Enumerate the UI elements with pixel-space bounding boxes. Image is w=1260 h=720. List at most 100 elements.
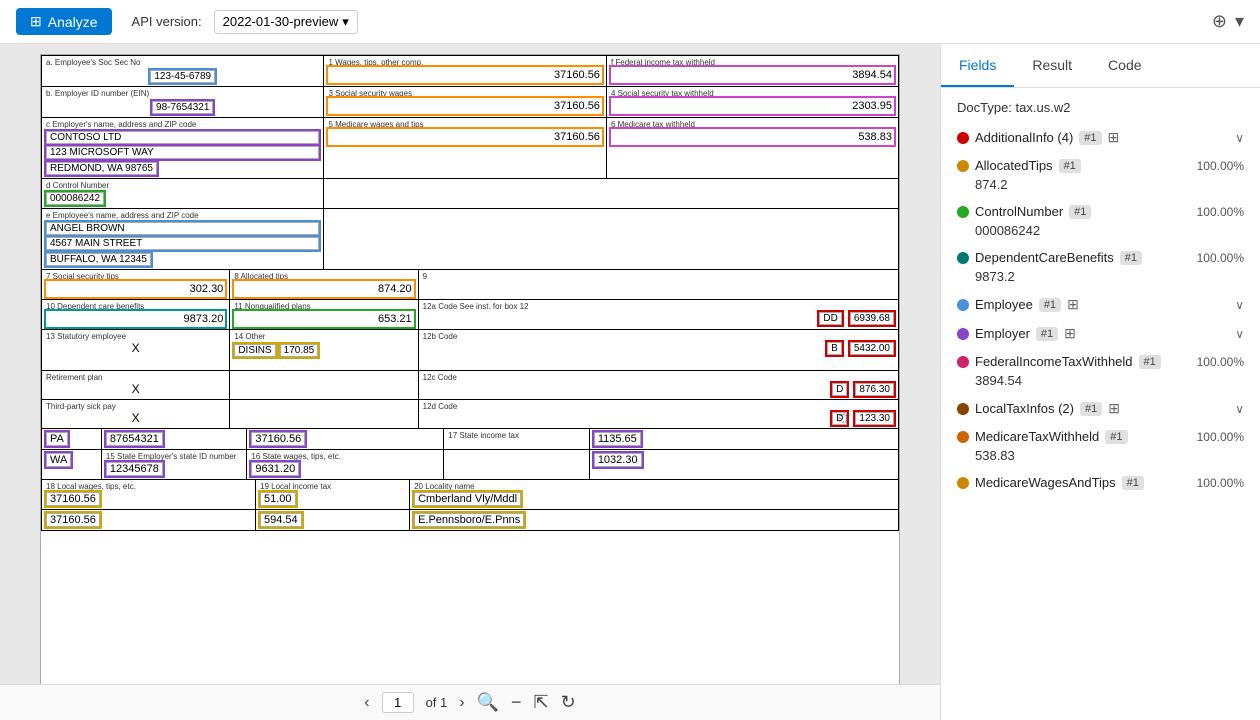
api-version-selector[interactable]: 2022-01-30-preview ▾ [214,10,358,34]
analyze-label: Analyze [48,14,98,30]
retirement-value: X [46,382,225,396]
tab-fields[interactable]: Fields [941,44,1014,87]
nonqual-value: 653.21 [234,311,413,327]
field-badge: #1 [1080,402,1102,416]
local-wages1: 37160.56 [46,492,100,506]
field-value: 000086242 [957,223,1244,238]
field-header-left: MedicareTaxWithheld #1 [957,429,1128,444]
field-badge: #1 [1105,430,1127,444]
field-name: Employee [975,297,1033,312]
box12d-code: D҈ [832,412,847,425]
field-value: 874.2 [957,177,1244,192]
w2-document: a. Employee's Soc Sec No 123-45-6789 1 W… [40,54,900,684]
field-header[interactable]: Employer #1 ⊞ ∨ [957,325,1244,342]
field-header[interactable]: AllocatedTips #1 100.00% [957,158,1244,173]
box12c-label: 12c Code [423,373,894,382]
state1-tax: 1135.65 [594,432,641,446]
field-dot [957,160,969,172]
field-header[interactable]: AdditionalInfo (4) #1 ⊞ ∨ [957,129,1244,146]
field-header-left: MedicareWagesAndTips #1 [957,475,1144,490]
chevron-down-icon[interactable]: ▾ [1235,11,1244,32]
state2-tax: 1032.30 [594,453,642,467]
box12a-label: 12a Code See inst. for box 12 [423,302,894,311]
next-page-button[interactable]: › [459,694,464,712]
api-version-value: 2022-01-30-preview [223,14,339,29]
field-item-employer: Employer #1 ⊞ ∨ [957,325,1244,342]
state2: WA [46,453,71,467]
field-item-federalincometaxwithheld: FederalIncomeTaxWithheld #1 100.00% 3894… [957,354,1244,388]
document-canvas[interactable]: a. Employee's Soc Sec No 123-45-6789 1 W… [0,44,940,684]
field-confidence: 100.00% [1197,476,1244,490]
table-icon[interactable]: ⊞ [1108,129,1120,146]
tab-result[interactable]: Result [1014,44,1090,87]
field-confidence: 100.00% [1197,205,1244,219]
field-header[interactable]: FederalIncomeTaxWithheld #1 100.00% [957,354,1244,369]
box12c-code: D [832,383,847,396]
zoom-out-button[interactable]: − [511,692,522,713]
field-header-left: FederalIncomeTaxWithheld #1 [957,354,1161,369]
toolbar: ⊞ Analyze API version: 2022-01-30-previe… [0,0,1260,44]
fed-tax-value: 3894.54 [611,67,894,83]
box12a-code: DD [819,312,841,325]
field-header[interactable]: LocalTaxInfos (2) #1 ⊞ ∨ [957,400,1244,417]
panel-tabs: Fields Result Code [941,44,1260,88]
field-badge: #1 [1120,251,1142,265]
page-number-input[interactable]: 1 [382,692,414,713]
box12a-val: 6939.68 [850,312,894,325]
field-header[interactable]: ControlNumber #1 100.00% [957,204,1244,219]
ss-wages-value: 37160.56 [328,98,601,114]
med-wages-value: 37160.56 [328,129,601,145]
fit-page-button[interactable]: ⇱ [534,692,549,713]
ss-tips-value: 302.30 [46,281,225,297]
expand-icon[interactable]: ∨ [1235,327,1244,341]
ss-tax-value: 2303.95 [611,98,894,114]
field-header-left: ControlNumber #1 [957,204,1091,219]
field-header-left: LocalTaxInfos (2) #1 ⊞ [957,400,1120,417]
table-icon[interactable]: ⊞ [1067,296,1079,313]
field-confidence: 100.00% [1197,430,1244,444]
field-header[interactable]: MedicareWagesAndTips #1 100.00% [957,475,1244,490]
prev-page-button[interactable]: ‹ [364,694,369,712]
rotate-button[interactable]: ↻ [561,692,576,713]
state2-wages: 9631.20 [251,462,299,476]
box12d-label: 12d Code [423,402,894,411]
field-header[interactable]: DependentCareBenefits #1 100.00% [957,250,1244,265]
expand-icon[interactable]: ∨ [1235,402,1244,416]
analyze-button[interactable]: ⊞ Analyze [16,8,112,35]
employee-name: ANGEL BROWN [46,222,319,235]
table-icon[interactable]: ⊞ [1064,325,1076,342]
field-header[interactable]: MedicareTaxWithheld #1 100.00% [957,429,1244,444]
other-desc: DISINS [234,344,275,357]
zoom-in-button[interactable]: 🔍 [477,692,499,713]
third-party-value: X [46,411,225,425]
employer-addr2: REDMOND, WA 98765 [46,161,319,176]
tab-code[interactable]: Code [1090,44,1159,87]
layers-icon[interactable]: ⊕ [1212,11,1227,32]
field-header[interactable]: Employee #1 ⊞ ∨ [957,296,1244,313]
expand-icon[interactable]: ∨ [1235,298,1244,312]
employer-addr1: 123 MICROSOFT WAY [46,146,319,159]
state1-ein: 87654321 [106,432,163,446]
box12c-val: 876.30 [855,383,894,396]
toolbar-icons: ⊕ ▾ [1212,11,1244,32]
statutory-label: 13 Statutory employee [46,332,225,341]
field-badge: #1 [1039,298,1061,312]
field-dot [957,356,969,368]
field-header-left: DependentCareBenefits #1 [957,250,1142,265]
right-panel: Fields Result Code DocType: tax.us.w2 Ad… [940,44,1260,720]
ssn-label: a. Employee's Soc Sec No [46,58,319,67]
state1: PA [46,432,68,446]
employee-addr1: 4567 MAIN STREET [46,237,319,250]
field-dot [957,431,969,443]
locality2: E.Pennsboro/E.Pnns [414,513,524,527]
nonqual-label: 11 Nonqualified plans [234,302,413,311]
employer-name-label: c Employer's name, address and ZIP code [46,120,319,129]
box12b-val: 5432.00 [850,342,894,355]
field-item-localtaxinfos: LocalTaxInfos (2) #1 ⊞ ∨ [957,400,1244,417]
field-badge: #1 [1036,327,1058,341]
expand-icon[interactable]: ∨ [1235,131,1244,145]
doctype-label: DocType: [957,100,1012,115]
table-icon[interactable]: ⊞ [1108,400,1120,417]
field-value: 9873.2 [957,269,1244,284]
field-name: MedicareWagesAndTips [975,475,1116,490]
